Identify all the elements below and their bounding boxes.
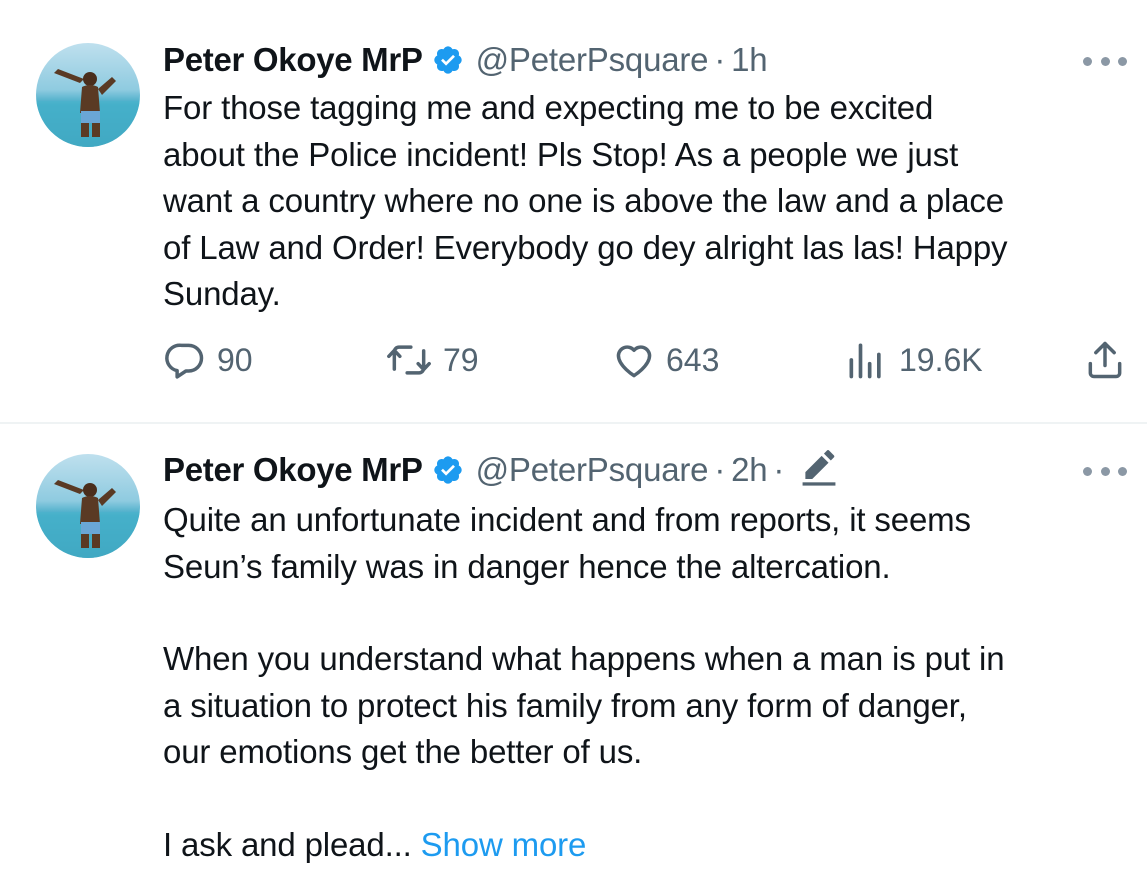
like-button[interactable]: 643	[612, 338, 719, 382]
show-more-link[interactable]: Show more	[421, 826, 587, 863]
timestamp[interactable]: 2h	[731, 451, 768, 489]
view-count: 19.6K	[899, 341, 983, 378]
tweet-text-line: about the Police incident! Pls Stop! As …	[163, 135, 959, 173]
paragraph-break	[163, 590, 1133, 636]
reply-button[interactable]: 90	[163, 338, 253, 382]
tweet-2[interactable]: Peter Okoye MrP @PeterPsquare · 2h · Qui…	[0, 424, 1147, 882]
separator-dot: ·	[714, 41, 726, 78]
tweet-text: For those tagging me and expecting me to…	[163, 85, 1133, 318]
timestamp[interactable]: 1h	[731, 41, 768, 79]
author-handle[interactable]: @PeterPsquare	[476, 41, 709, 79]
tweet-text-line: want a country where no one is above the…	[163, 182, 1004, 219]
avatar[interactable]	[36, 454, 140, 558]
tweet-text-line: our emotions get the better of us.	[163, 733, 643, 770]
author-handle[interactable]: @PeterPsquare	[476, 451, 709, 489]
edit-icon[interactable]	[796, 450, 842, 490]
retweet-button[interactable]: 79	[385, 338, 479, 382]
retweet-count: 79	[443, 341, 479, 378]
tweet-text-line: Sunday.	[163, 275, 281, 312]
like-icon	[616, 345, 652, 378]
tweet-text-line: Quite an unfortunate incident and from r…	[163, 501, 971, 538]
tweet-text-line: When you understand what happens when a …	[163, 640, 1005, 677]
avatar[interactable]	[36, 43, 140, 147]
tweet-text-line: I ask and plead... Show more	[163, 822, 1133, 869]
verified-badge-icon	[433, 456, 462, 484]
verified-badge-icon	[433, 46, 462, 74]
truncated-text: I ask and plead...	[163, 825, 412, 863]
separator-dot: ·	[773, 451, 785, 488]
reply-icon	[165, 343, 204, 379]
like-count: 643	[666, 341, 720, 378]
paragraph-break	[163, 776, 1133, 822]
tweet-text: Quite an unfortunate incident and from r…	[163, 497, 1133, 868]
tweet-header: Peter Okoye MrP @PeterPsquare · 2h ·	[163, 450, 842, 490]
views-button[interactable]: 19.6K	[843, 338, 983, 382]
tweet-text-line: For those tagging me and expecting me to…	[163, 89, 934, 126]
tweet-text-line: Seun’s family was in danger hence the al…	[163, 547, 891, 585]
tweet-text-line: a situation to protect his family from a…	[163, 686, 967, 724]
tweet-text-line: of Law and Order! Everybody go dey alrig…	[163, 228, 1008, 266]
separator-dot: ·	[714, 451, 726, 488]
views-icon	[849, 343, 881, 379]
reply-count: 90	[217, 341, 253, 378]
more-options-icon[interactable]	[1083, 51, 1127, 71]
more-options-icon[interactable]	[1083, 461, 1127, 481]
tweet-header: Peter Okoye MrP @PeterPsquare · 1h	[163, 40, 768, 80]
tweet-1[interactable]: Peter Okoye MrP @PeterPsquare · 1h For t…	[0, 0, 1147, 422]
share-icon	[1088, 341, 1122, 379]
author-name[interactable]: Peter Okoye MrP	[163, 41, 423, 79]
retweet-icon	[387, 345, 431, 375]
action-bar: 90 79 643 19.6K	[0, 338, 1147, 388]
share-button[interactable]	[1083, 338, 1127, 382]
author-name[interactable]: Peter Okoye MrP	[163, 451, 423, 489]
